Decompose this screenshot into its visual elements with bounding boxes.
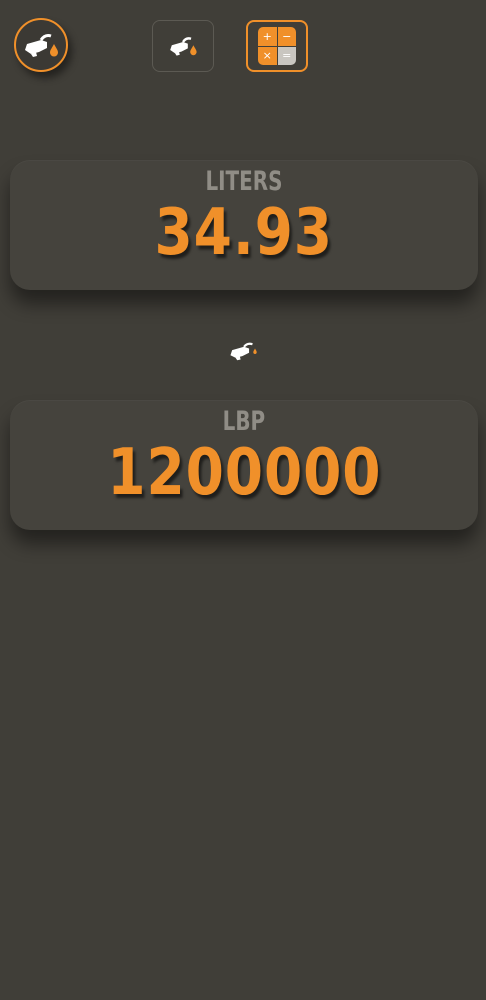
calc-equals: = [277, 46, 296, 65]
calc-multiply: × [258, 46, 277, 65]
fuel-nozzle-drop-icon [170, 37, 197, 56]
liters-label: LITERS [205, 166, 283, 197]
tab-fuel[interactable] [152, 20, 214, 72]
lbp-card[interactable]: LBP 1200000 [10, 400, 478, 530]
lbp-label: LBP [222, 406, 266, 437]
fuel-nozzle-icon [226, 340, 262, 362]
tab-calculator[interactable]: + − × = [246, 20, 308, 72]
calculator-icon: + − × = [258, 27, 296, 65]
app-logo[interactable] [14, 18, 68, 72]
lbp-value[interactable]: 1200000 [107, 435, 381, 511]
liters-card[interactable]: LITERS 34.93 [10, 160, 478, 290]
liters-value[interactable]: 34.93 [155, 195, 333, 271]
calc-plus: + [258, 27, 277, 46]
calc-minus: − [277, 27, 296, 46]
fuel-nozzle-drop-icon [25, 34, 58, 57]
